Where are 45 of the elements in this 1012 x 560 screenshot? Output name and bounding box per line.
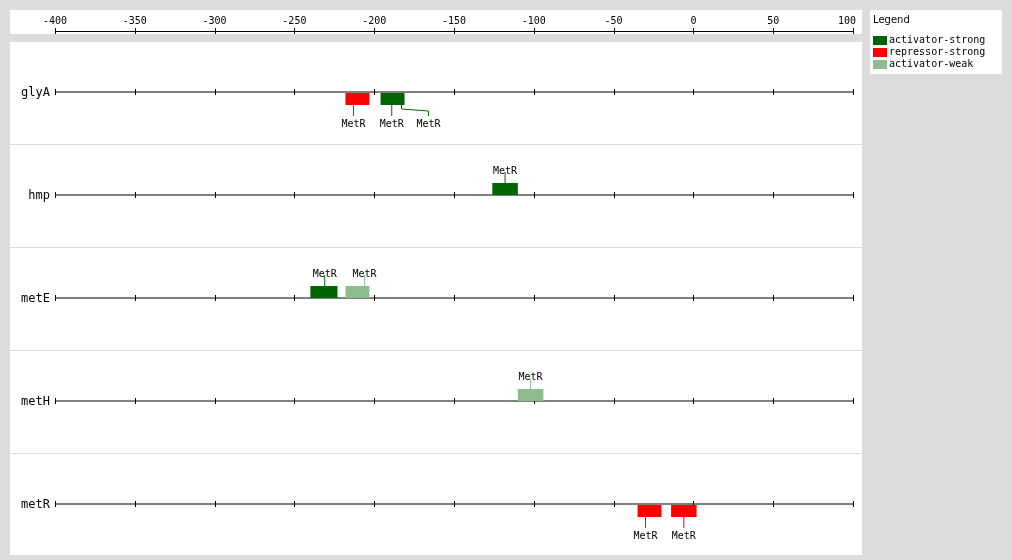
leader-line: [364, 274, 366, 287]
tick-label: -50: [604, 15, 623, 26]
site-label: MetR: [379, 118, 404, 129]
site-label: MetR: [633, 530, 658, 541]
leader-line: [401, 104, 429, 117]
tick-label: -300: [202, 15, 227, 26]
site-label: MetR: [493, 165, 518, 176]
leader-line: [352, 104, 354, 117]
legend-title: Legend: [873, 14, 911, 25]
site-label: MetR: [416, 118, 441, 129]
site-label: MetR: [312, 268, 337, 279]
site-label: MetR: [352, 268, 377, 279]
tick-label: 100: [837, 15, 856, 26]
tick-label: -400: [42, 15, 68, 26]
gene-name: metR: [21, 497, 50, 511]
binding-site[interactable]: [345, 286, 370, 298]
legend-label: repressor-strong: [889, 46, 986, 58]
gene-name: metH: [21, 394, 50, 408]
tick-label: -150: [441, 15, 467, 26]
leader-line: [683, 516, 685, 529]
leader-line: [645, 516, 646, 529]
gene-name: metE: [21, 291, 50, 305]
binding-site[interactable]: [517, 389, 544, 401]
site-label: MetR: [341, 118, 366, 129]
tick-label: -250: [282, 15, 307, 26]
site-label: MetR: [518, 371, 543, 382]
tick-label: -100: [521, 15, 546, 26]
binding-site[interactable]: [637, 505, 662, 517]
tick-label: 50: [767, 15, 780, 26]
site-label: MetR: [671, 530, 696, 541]
gene-name: hmp: [28, 188, 50, 202]
binding-site[interactable]: [492, 183, 518, 195]
binding-site[interactable]: [380, 93, 405, 105]
legend-label: activator-weak: [889, 58, 974, 70]
legend-label: activator-strong: [889, 34, 986, 46]
leader-line: [391, 104, 393, 117]
binding-site[interactable]: [310, 286, 338, 298]
leader-line: [530, 377, 532, 390]
tick-label: -350: [122, 15, 147, 26]
leader-line: [504, 171, 506, 184]
binding-site[interactable]: [345, 93, 370, 105]
tick-label: -200: [362, 15, 387, 26]
leader-line: [324, 274, 326, 287]
tick-label: 0: [690, 15, 697, 26]
gene-name: glyA: [21, 85, 50, 99]
